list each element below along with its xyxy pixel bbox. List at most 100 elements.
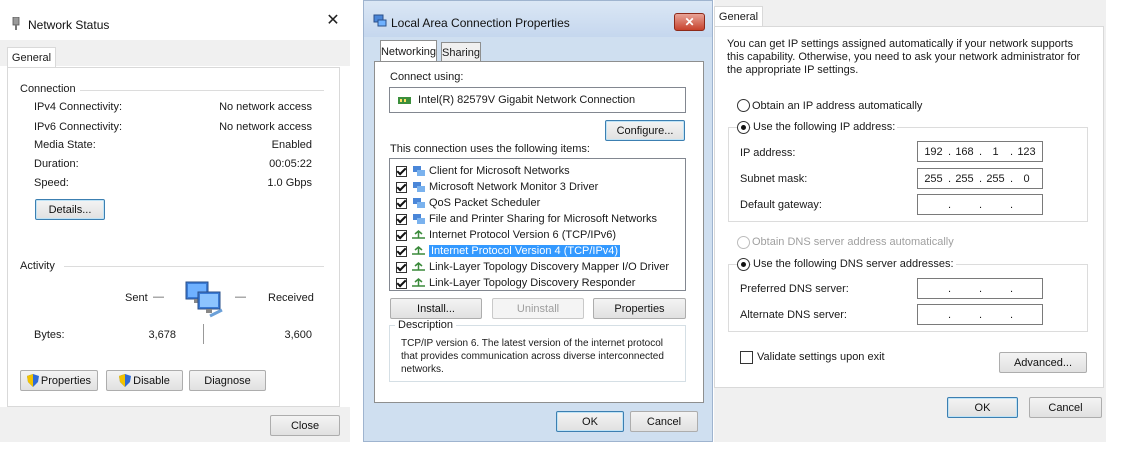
bytes-received-value: 3,600 [284,329,312,341]
default-gateway-field[interactable]: . . . [917,194,1043,215]
list-item[interactable]: File and Printer Sharing for Microsoft N… [396,211,657,227]
checkbox[interactable] [396,197,407,209]
ip-octet: 1 [992,145,999,158]
details-button[interactable]: Details... [35,199,105,220]
media-state-label: Media State: [34,139,96,151]
list-item-label: QoS Packet Scheduler [429,197,541,209]
bytes-divider [203,324,204,344]
install-button[interactable]: Install... [390,298,482,319]
sent-label: Sent [125,292,148,304]
list-item-label: Internet Protocol Version 6 (TCP/IPv6) [429,229,617,241]
received-label: Received [268,292,314,304]
tab-general[interactable]: General [7,47,56,68]
obtain-ip-auto-radio[interactable] [737,99,750,112]
alternate-dns-label: Alternate DNS server: [740,309,847,321]
ipv6-connectivity-label: IPv6 Connectivity: [34,121,123,133]
shield-icon [119,374,132,387]
advanced-button[interactable]: Advanced... [999,352,1087,373]
validate-label: Validate settings upon exit [757,351,885,363]
checkbox[interactable] [396,245,407,257]
preferred-dns-field[interactable]: . . . [917,278,1043,299]
network-connection-icon [373,14,387,28]
ipv4-connectivity-label: IPv4 Connectivity: [34,101,123,113]
properties-button[interactable]: Properties [20,370,98,391]
checkbox[interactable] [396,165,407,177]
diagnose-button[interactable]: Diagnose [189,370,266,391]
ip-dot: . [1010,282,1014,295]
connect-using-label: Connect using: [390,71,464,83]
adapter-icon [398,94,411,110]
cancel-button[interactable]: Cancel [630,411,698,432]
ip-dot: . [948,172,952,185]
ip-dot: . [1010,308,1014,321]
use-following-dns-radio[interactable] [737,258,750,271]
obtain-dns-auto-label: Obtain DNS server address automatically [752,236,954,248]
network-computers-icon [180,280,228,322]
ok-button[interactable]: OK [947,397,1018,418]
cancel-button[interactable]: Cancel [1029,397,1102,418]
use-following-ip-radio[interactable] [737,121,750,134]
items-label: This connection uses the following items… [390,143,590,155]
received-dash: — [235,291,246,303]
network-status-window: Network Status ✕ General Connection IPv4… [0,0,350,442]
uninstall-button: Uninstall [492,298,584,319]
tab-general[interactable]: General [714,6,763,27]
list-item-label: File and Printer Sharing for Microsoft N… [429,213,658,225]
list-item-label: Link-Layer Topology Discovery Mapper I/O… [429,261,670,273]
scheduler-icon [412,197,425,209]
checkbox[interactable] [396,229,407,241]
tab-networking[interactable]: Networking [380,40,437,62]
close-icon[interactable]: ✕ [325,13,341,29]
list-item[interactable]: Client for Microsoft Networks [396,163,570,179]
validate-checkbox[interactable] [740,351,753,364]
duration-value: 00:05:22 [269,158,312,170]
ip-dot: . [1010,198,1014,211]
subnet-mask-field[interactable]: 255 255 255 0 . . . [917,168,1043,189]
ip-address-field[interactable]: 192 168 1 123 . . . [917,141,1043,162]
checkbox[interactable] [396,277,407,289]
adapter-name: Intel(R) 82579V Gigabit Network Connecti… [418,94,636,106]
close-button[interactable]: Close [270,415,340,436]
list-item-label: Link-Layer Topology Discovery Responder [429,277,636,289]
connection-divider [80,90,324,91]
ip-octet: 255 [955,172,974,185]
list-item[interactable]: Microsoft Network Monitor 3 Driver [396,179,598,195]
ip-dot: . [948,145,952,158]
adapter-field: Intel(R) 82579V Gigabit Network Connecti… [389,87,686,113]
checkbox[interactable] [396,261,407,273]
ip-dot: . [1010,145,1014,158]
alternate-dns-field[interactable]: . . . [917,304,1043,325]
description-text: TCP/IP version 6. The latest version of … [401,338,664,375]
checkbox[interactable] [396,181,407,193]
ipv4-connectivity-value: No network access [219,101,312,113]
list-item[interactable]: Link-Layer Topology Discovery Responder [396,275,635,291]
properties-button[interactable]: Properties [593,298,686,319]
ip-dot: . [979,172,983,185]
speed-label: Speed: [34,177,69,189]
checkbox[interactable] [396,213,407,225]
list-item-selected[interactable]: Internet Protocol Version 4 (TCP/IPv4) [396,243,621,259]
ipv4-properties-window: General You can get IP settings assigned… [714,0,1106,442]
preferred-dns-label: Preferred DNS server: [740,283,849,295]
sent-dash: — [153,291,164,303]
ip-octet: 123 [1017,145,1036,158]
configure-button[interactable]: Configure... [605,120,685,141]
tab-content [7,67,340,407]
list-item-label: Microsoft Network Monitor 3 Driver [429,181,599,193]
subnet-mask-label: Subnet mask: [740,173,808,185]
tab-sharing[interactable]: Sharing [441,42,481,62]
obtain-ip-auto-label: Obtain an IP address automatically [752,100,923,112]
close-icon[interactable]: ✕ [674,13,705,31]
list-item[interactable]: QoS Packet Scheduler [396,195,540,211]
list-item[interactable]: Link-Layer Topology Discovery Mapper I/O… [396,259,669,275]
bytes-sent-value: 3,678 [148,329,176,341]
list-item[interactable]: Internet Protocol Version 6 (TCP/IPv6) [396,227,616,243]
components-list[interactable]: Client for Microsoft Networks Microsoft … [389,158,686,291]
list-item-label: Internet Protocol Version 4 (TCP/IPv4) [429,245,621,257]
list-item-label: Client for Microsoft Networks [429,165,570,177]
driver-icon [412,181,425,193]
ip-address-label: IP address: [740,147,796,159]
media-state-value: Enabled [271,139,312,151]
disable-button[interactable]: Disable [106,370,183,391]
ok-button[interactable]: OK [556,411,624,432]
